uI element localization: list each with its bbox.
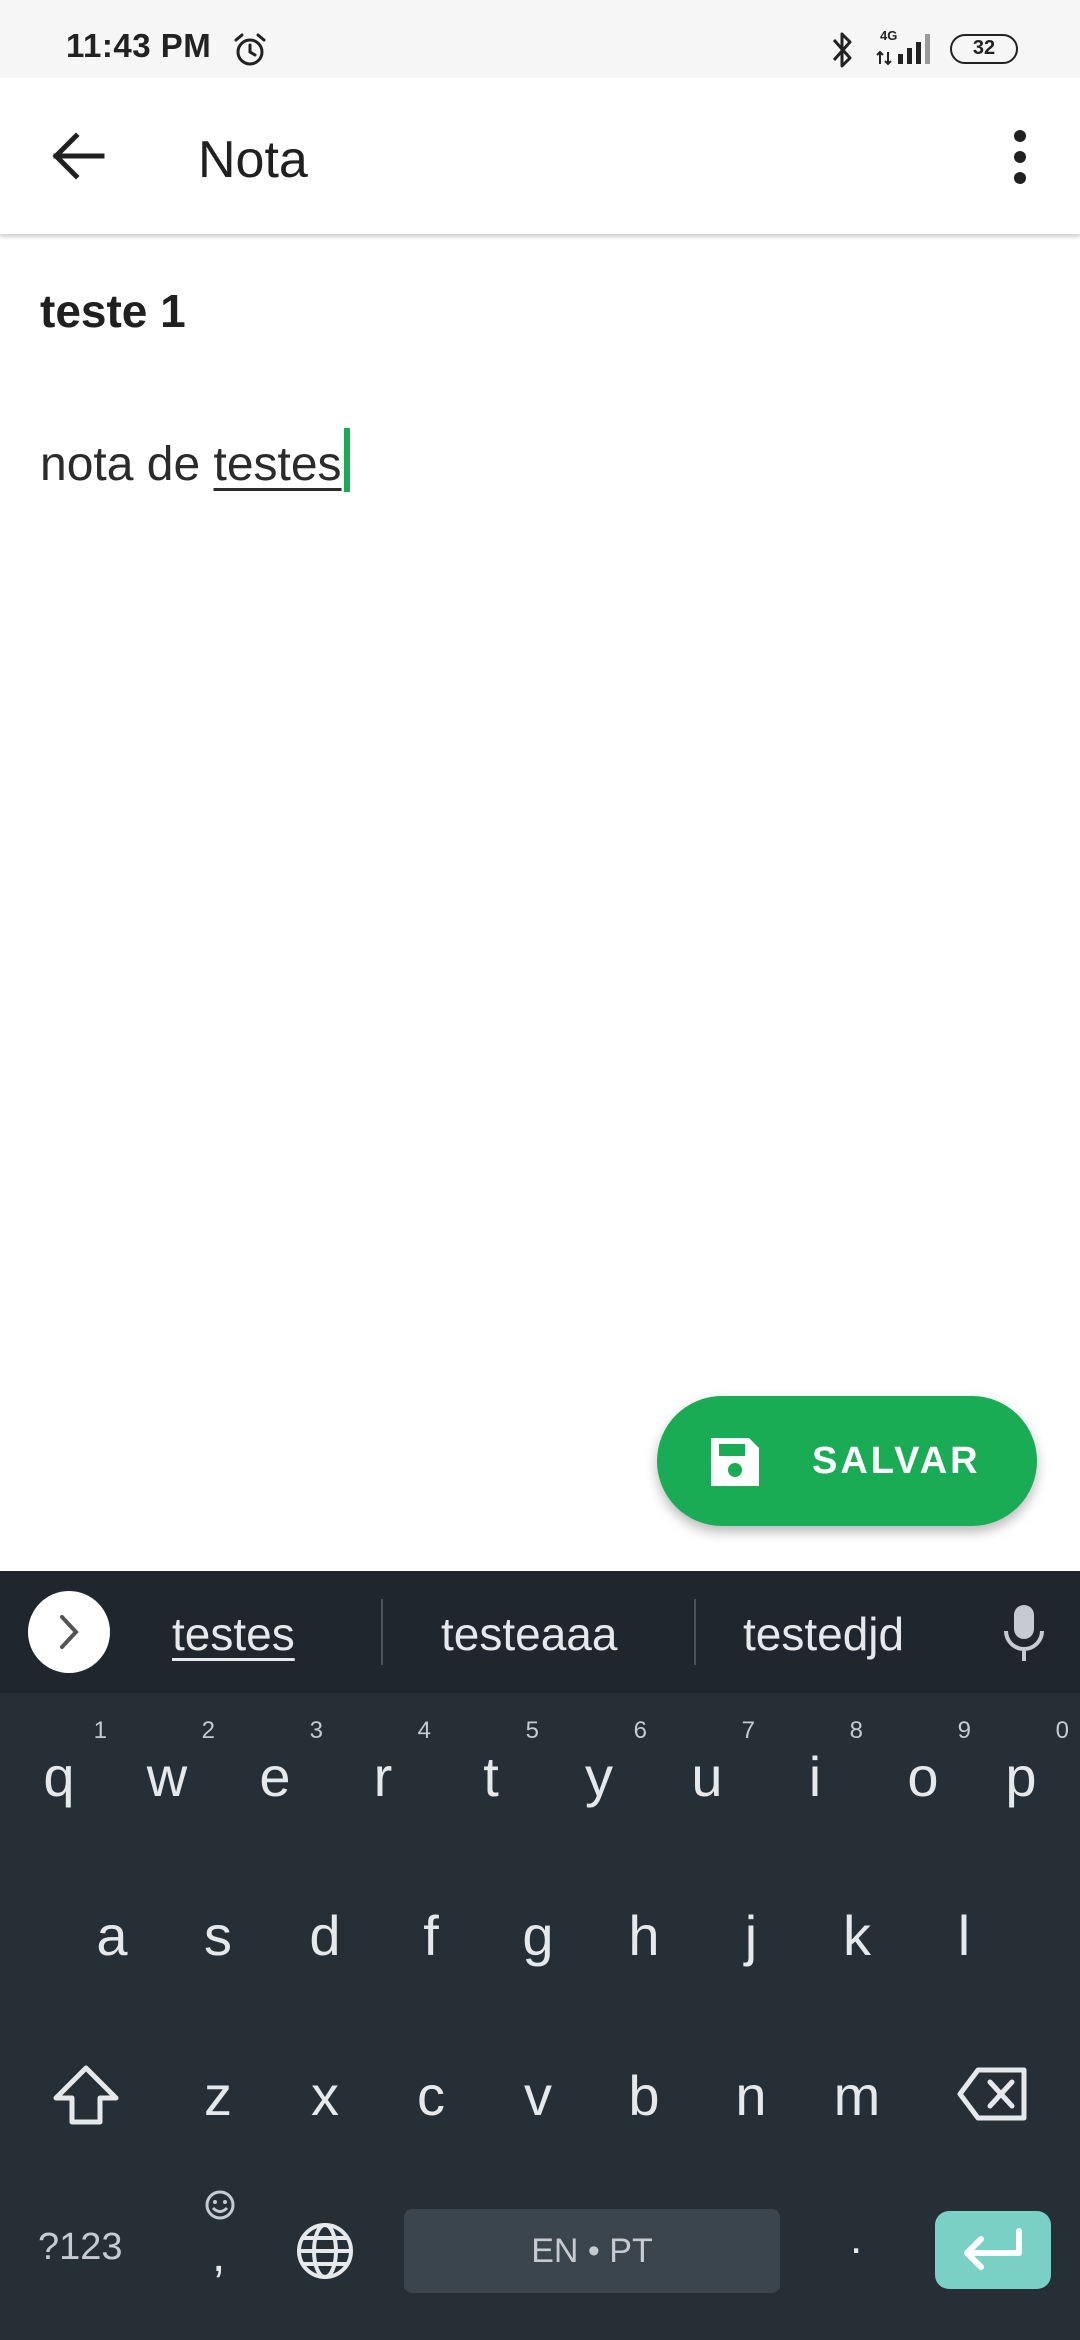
globe-icon xyxy=(297,2223,353,2279)
key-i[interactable]: 8i xyxy=(761,1711,869,1851)
key-o[interactable]: 9o xyxy=(869,1711,977,1851)
key-r[interactable]: 4r xyxy=(329,1711,437,1851)
key-m[interactable]: m xyxy=(803,2030,911,2170)
text-cursor xyxy=(343,428,350,492)
suggestion-3[interactable]: testedjd xyxy=(743,1607,904,1661)
key-n[interactable]: n xyxy=(697,2030,805,2170)
key-k[interactable]: k xyxy=(803,1870,911,2010)
key-u[interactable]: 7u xyxy=(653,1711,761,1851)
period-key[interactable]: . xyxy=(850,2214,862,2264)
note-body-text: nota de xyxy=(40,438,214,491)
key-g[interactable]: g xyxy=(484,1870,592,2010)
key-h[interactable]: h xyxy=(590,1870,698,2010)
shift-icon xyxy=(53,2065,119,2125)
mic-icon[interactable] xyxy=(1002,1603,1046,1663)
bluetooth-icon xyxy=(832,32,852,68)
chevron-right-icon xyxy=(60,1615,79,1649)
key-p[interactable]: 0p xyxy=(967,1711,1075,1851)
save-button[interactable]: SALVAR xyxy=(657,1396,1037,1526)
status-time: 11:43 PM xyxy=(66,27,212,64)
suggestion-divider xyxy=(381,1599,383,1665)
suggestion-1[interactable]: testes xyxy=(172,1607,295,1661)
key-a[interactable]: a xyxy=(58,1870,166,2010)
more-vert-icon[interactable] xyxy=(1000,122,1040,192)
back-arrow-icon[interactable] xyxy=(40,124,112,188)
emoji-icon xyxy=(205,2190,235,2220)
battery-indicator: 32 xyxy=(950,34,1018,64)
key-s[interactable]: s xyxy=(164,1870,272,2010)
language-key[interactable] xyxy=(294,2220,356,2282)
suggestion-divider xyxy=(694,1599,696,1665)
key-w[interactable]: 2w xyxy=(113,1711,221,1851)
key-l[interactable]: l xyxy=(910,1870,1018,2010)
symbols-key[interactable]: ?123 xyxy=(38,2226,123,2269)
signal-icon xyxy=(876,34,930,66)
enter-icon xyxy=(964,2228,1022,2270)
composing-word: testes xyxy=(213,438,342,491)
suggestion-strip: testes testeaaa testedjd xyxy=(0,1571,1080,1693)
space-key-label: EN • PT xyxy=(531,2232,653,2270)
key-j[interactable]: j xyxy=(697,1870,805,2010)
page-title: Nota xyxy=(198,131,308,189)
app-bar: Nota xyxy=(0,78,1080,234)
backspace-icon xyxy=(957,2067,1027,2121)
key-d[interactable]: d xyxy=(271,1870,379,2010)
key-q[interactable]: 1q xyxy=(5,1711,113,1851)
comma-label: , xyxy=(212,2229,226,2282)
key-v[interactable]: v xyxy=(484,2030,592,2170)
key-y[interactable]: 6y xyxy=(545,1711,653,1851)
key-f[interactable]: f xyxy=(377,1870,485,2010)
enter-key[interactable] xyxy=(935,2211,1051,2289)
note-body-field[interactable]: nota de testes xyxy=(40,428,350,492)
status-bar: 11:43 PM 4G 32 xyxy=(0,0,1080,78)
shift-key[interactable] xyxy=(46,2060,126,2130)
key-x[interactable]: x xyxy=(271,2030,379,2170)
backspace-key[interactable] xyxy=(956,2064,1030,2124)
key-z[interactable]: z xyxy=(164,2030,272,2170)
key-c[interactable]: c xyxy=(377,2030,485,2170)
suggestion-2[interactable]: testeaaa xyxy=(441,1607,617,1661)
alarm-icon xyxy=(234,33,266,66)
save-button-label: SALVAR xyxy=(812,1440,981,1482)
key-b[interactable]: b xyxy=(590,2030,698,2170)
space-key[interactable]: EN • PT xyxy=(404,2209,780,2293)
key-t[interactable]: 5t xyxy=(437,1711,545,1851)
save-icon xyxy=(711,1438,759,1486)
note-title-field[interactable]: teste 1 xyxy=(40,284,186,338)
battery-level: 32 xyxy=(972,37,996,59)
comma-key[interactable]: , xyxy=(196,2188,244,2298)
key-e[interactable]: 3e xyxy=(221,1711,329,1851)
expand-toolbar-button[interactable] xyxy=(28,1591,110,1673)
